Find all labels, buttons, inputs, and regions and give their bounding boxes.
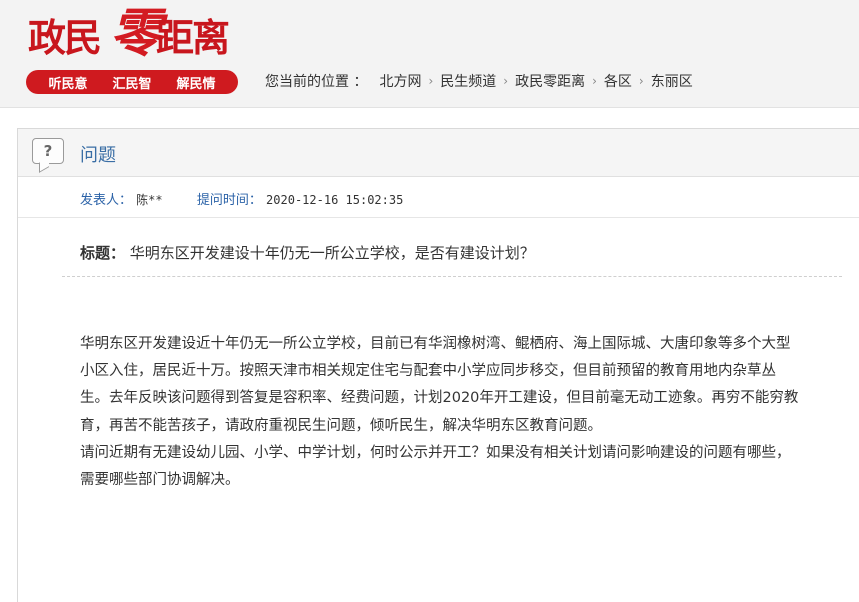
- subject-divider: [62, 276, 842, 277]
- question-meta: 发表人： 陈** 提问时间： 2020-12-16 15:02:35: [80, 189, 403, 208]
- slogan-bar: 听民意 汇民智 解民情: [26, 70, 238, 94]
- question-time: 2020-12-16 15:02:35: [266, 193, 404, 207]
- body-paragraph-2: 请问近期有无建设幼儿园、小学、中学计划，何时公示并开工？如果没有相关计划请问影响…: [80, 444, 791, 489]
- breadcrumb-link-zhengmin[interactable]: 政民零距离: [515, 71, 585, 91]
- logo-text-2: 零: [110, 3, 163, 64]
- slogan-3: 解民情: [176, 76, 216, 92]
- question-body: 华明东区开发建设近十年仍无一所公立学校，目前已有华润橡树湾、鲲栖府、海上国际城、…: [80, 331, 802, 494]
- breadcrumb-separator: ›: [428, 74, 434, 88]
- breadcrumb-link-minsheng[interactable]: 民生频道: [440, 71, 496, 91]
- breadcrumb-label: 您当前的位置 ：: [265, 74, 368, 90]
- logo-text-1: 政民: [28, 15, 102, 60]
- panel-title: 问题: [80, 145, 116, 166]
- subject-label: 标题：: [80, 244, 126, 262]
- slogan-2: 汇民智: [112, 76, 152, 92]
- breadcrumb-separator: ›: [592, 74, 597, 88]
- breadcrumb-separator: ›: [638, 74, 644, 88]
- meta-divider: [18, 217, 859, 218]
- breadcrumb-link-beifang[interactable]: 北方网: [379, 71, 421, 91]
- panel-header: ? 问题: [18, 129, 859, 177]
- speech-bubble-tail: [39, 157, 49, 173]
- author-name: 陈**: [136, 193, 163, 207]
- breadcrumb: 您当前的位置 ： 北方网 › 民生频道 › 政民零距离 › 各区 › 东丽区: [265, 71, 693, 91]
- logo-text-3: 距离: [156, 15, 230, 60]
- question-subject: 标题： 华明东区开发建设十年仍无一所公立学校，是否有建设计划？: [80, 242, 535, 263]
- site-header: 政民 零 距离 听民意 汇民智 解民情 您当前的位置 ： 北方网 › 民生频道 …: [0, 0, 859, 108]
- slogan-1: 听民意: [48, 76, 88, 92]
- question-icon: ?: [32, 138, 64, 173]
- site-logo[interactable]: 政民 零 距离: [24, 4, 254, 70]
- time-label: 提问时间：: [196, 193, 262, 208]
- subject-text: 华明东区开发建设十年仍无一所公立学校，是否有建设计划？: [129, 244, 535, 262]
- question-panel: ? 问题 发表人： 陈** 提问时间： 2020-12-16 15:02:35 …: [17, 128, 859, 602]
- breadcrumb-separator: ›: [503, 74, 509, 88]
- breadcrumb-link-district[interactable]: 各区: [604, 71, 632, 91]
- author-label: 发表人：: [80, 193, 133, 208]
- breadcrumb-link-dongli[interactable]: 东丽区: [651, 71, 693, 91]
- body-paragraph-1: 华明东区开发建设近十年仍无一所公立学校，目前已有华润橡树湾、鲲栖府、海上国际城、…: [80, 336, 799, 434]
